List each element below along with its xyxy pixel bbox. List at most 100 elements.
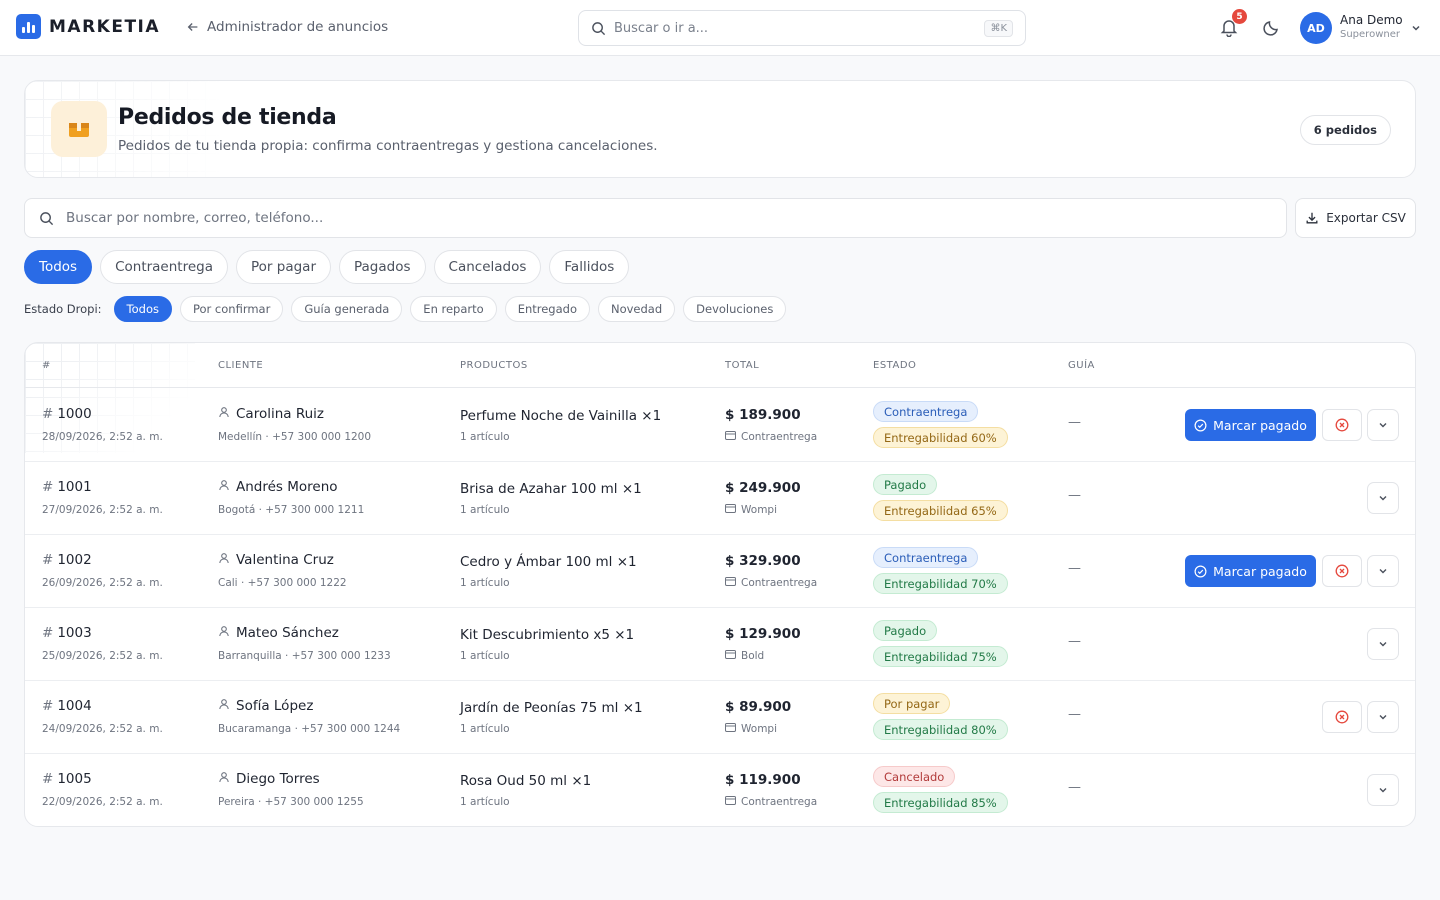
card-icon xyxy=(725,504,736,516)
client-name: Sofía López xyxy=(218,698,313,714)
dropi-filter-row: Estado Dropi: Todos Por confirmar Guía gen… xyxy=(24,296,787,322)
cancel-order-button[interactable] xyxy=(1322,555,1362,587)
mark-paid-button[interactable]: Marcar pagado xyxy=(1185,555,1316,587)
product-count: 1 artículo xyxy=(460,723,510,735)
product-count: 1 artículo xyxy=(460,504,510,516)
expand-row-button[interactable] xyxy=(1367,628,1399,660)
deliverability-badge: Entregabilidad 70% xyxy=(873,573,1008,594)
global-search[interactable]: ⌘K xyxy=(578,10,1026,46)
payment-method-label: Contraentrega xyxy=(741,431,818,443)
export-csv-button[interactable]: Exportar CSV xyxy=(1295,198,1416,238)
order-id[interactable]: #1003 xyxy=(42,625,92,641)
product-name: Kit Descubrimiento x5 ×1 xyxy=(460,627,635,643)
payment-method: Wompi xyxy=(725,504,777,516)
expand-row-button[interactable] xyxy=(1367,701,1399,733)
user-icon xyxy=(218,406,230,422)
x-circle-icon xyxy=(1335,710,1349,724)
mark-paid-button[interactable]: Marcar pagado xyxy=(1185,409,1316,441)
table-row: #1004 24/09/2026, 2:52 a. m. Sofía López… xyxy=(25,681,1415,754)
order-number: 1004 xyxy=(57,698,92,714)
tab-5[interactable]: Fallidos xyxy=(549,250,630,284)
status-badge: Pagado xyxy=(873,474,938,495)
global-search-input[interactable] xyxy=(614,20,977,36)
dropi-chip-6[interactable]: Devoluciones xyxy=(683,296,787,322)
deliverability-badge: Entregabilidad 65% xyxy=(873,500,1008,521)
dropi-chip-0[interactable]: Todos xyxy=(113,296,172,322)
arrow-left-icon xyxy=(187,23,198,31)
product-count: 1 artículo xyxy=(460,796,510,808)
dropi-chip-3[interactable]: En reparto xyxy=(410,296,497,322)
client-meta: Cali · +57 300 000 1222 xyxy=(218,577,347,589)
dropi-chip-5[interactable]: Novedad xyxy=(597,296,676,322)
order-total: $ 129.900 xyxy=(725,626,801,642)
dropi-chip-2[interactable]: Guía generada xyxy=(291,296,403,322)
card-icon xyxy=(725,431,736,443)
payment-method-label: Contraentrega xyxy=(741,796,818,808)
search-shortcut: ⌘K xyxy=(984,19,1013,37)
order-date: 22/09/2026, 2:52 a. m. xyxy=(42,796,163,808)
order-search[interactable] xyxy=(24,198,1287,238)
moon-icon[interactable] xyxy=(1262,19,1280,37)
tab-4[interactable]: Cancelados xyxy=(433,250,542,284)
order-date: 27/09/2026, 2:52 a. m. xyxy=(42,504,163,516)
product-count: 1 artículo xyxy=(460,650,510,662)
order-id[interactable]: #1001 xyxy=(42,479,92,495)
order-id[interactable]: #1004 xyxy=(42,698,92,714)
order-search-input[interactable] xyxy=(66,210,1272,226)
order-id[interactable]: #1000 xyxy=(42,406,92,422)
logo-mark-icon xyxy=(16,14,41,39)
expand-row-button[interactable] xyxy=(1367,555,1399,587)
client-name-label: Andrés Moreno xyxy=(236,479,338,495)
avatar[interactable]: AD xyxy=(1300,12,1332,44)
search-icon xyxy=(592,21,606,35)
cancel-order-button[interactable] xyxy=(1322,701,1362,733)
cancel-order-button[interactable] xyxy=(1322,409,1362,441)
chevron-down-icon xyxy=(1379,642,1387,647)
back-link[interactable]: Administrador de anuncios xyxy=(186,19,388,35)
tab-3[interactable]: Pagados xyxy=(339,250,426,284)
col-header-status: ESTADO xyxy=(873,360,917,371)
dropi-chip-1[interactable]: Por confirmar xyxy=(179,296,284,322)
client-meta: Barranquilla · +57 300 000 1233 xyxy=(218,650,391,662)
chevron-down-icon xyxy=(1379,569,1387,574)
table-row: #1003 25/09/2026, 2:52 a. m. Mateo Sánch… xyxy=(25,608,1415,681)
user-icon xyxy=(218,771,230,787)
col-header-products: PRODUCTOS xyxy=(460,360,528,371)
order-number: 1003 xyxy=(57,625,92,641)
expand-row-button[interactable] xyxy=(1367,482,1399,514)
payment-method: Bold xyxy=(725,650,764,662)
status-badge: Contraentrega xyxy=(873,401,979,422)
chevron-down-icon[interactable] xyxy=(1410,22,1422,34)
order-number: 1001 xyxy=(57,479,92,495)
user-icon xyxy=(218,625,230,641)
x-circle-icon xyxy=(1335,564,1349,578)
status-badge: Contraentrega xyxy=(873,547,979,568)
order-id[interactable]: #1002 xyxy=(42,552,92,568)
table-row: #1001 27/09/2026, 2:52 a. m. Andrés More… xyxy=(25,462,1415,535)
client-meta: Bogotá · +57 300 000 1211 xyxy=(218,504,365,516)
export-csv-label: Exportar CSV xyxy=(1326,211,1406,225)
page-title: Pedidos de tienda xyxy=(118,105,337,130)
expand-row-button[interactable] xyxy=(1367,409,1399,441)
tab-1[interactable]: Contraentrega xyxy=(100,250,228,284)
dropi-label: Estado Dropi: xyxy=(24,302,102,316)
payment-method: Contraentrega xyxy=(725,796,817,808)
guide-value: — xyxy=(1068,561,1081,576)
client-meta: Bucaramanga · +57 300 000 1244 xyxy=(218,723,401,735)
chevron-down-icon xyxy=(1379,788,1387,793)
table-row: #1005 22/09/2026, 2:52 a. m. Diego Torre… xyxy=(25,754,1415,826)
tab-2[interactable]: Por pagar xyxy=(236,250,331,284)
mark-paid-label: Marcar pagado xyxy=(1213,417,1307,433)
brand-logo[interactable]: MARKETIA xyxy=(16,14,160,39)
page-subtitle: Pedidos de tu tienda propia: confirma co… xyxy=(118,138,658,154)
product-count: 1 artículo xyxy=(460,431,510,443)
deliverability-badge: Entregabilidad 85% xyxy=(873,792,1008,813)
payment-method-label: Contraentrega xyxy=(741,577,818,589)
expand-row-button[interactable] xyxy=(1367,774,1399,806)
dropi-chip-4[interactable]: Entregado xyxy=(504,296,590,322)
order-id[interactable]: #1005 xyxy=(42,771,92,787)
status-badge: Cancelado xyxy=(873,766,956,787)
client-name: Valentina Cruz xyxy=(218,552,334,568)
orders-table: # CLIENTE PRODUCTOS TOTAL ESTADO GUÍA #1… xyxy=(24,342,1416,827)
tab-0[interactable]: Todos xyxy=(24,250,93,284)
